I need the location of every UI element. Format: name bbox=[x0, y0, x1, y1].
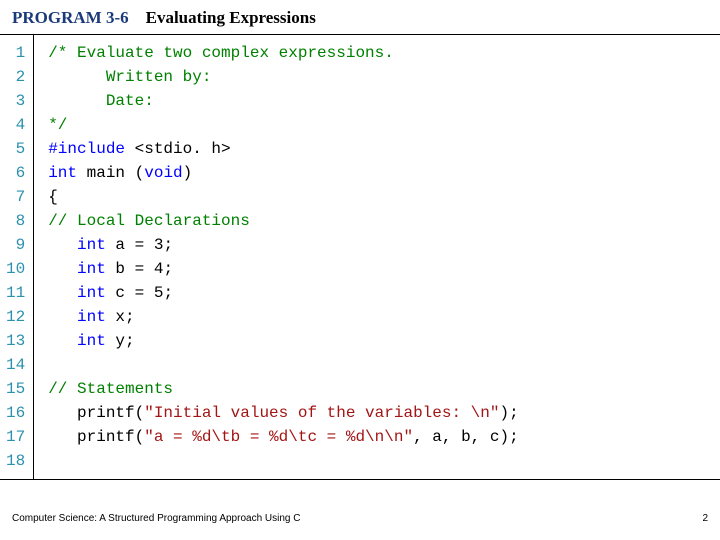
line-number: 4 bbox=[6, 113, 25, 137]
code-line: */ bbox=[48, 113, 518, 137]
code-listing: 123456789101112131415161718 /* Evaluate … bbox=[0, 35, 720, 480]
program-title: Evaluating Expressions bbox=[146, 8, 316, 27]
code-line: { bbox=[48, 185, 518, 209]
code-line bbox=[48, 449, 518, 473]
line-number: 10 bbox=[6, 257, 25, 281]
line-number: 1 bbox=[6, 41, 25, 65]
line-number: 14 bbox=[6, 353, 25, 377]
line-number: 15 bbox=[6, 377, 25, 401]
code-line: int a = 3; bbox=[48, 233, 518, 257]
code-line: Date: bbox=[48, 89, 518, 113]
line-number: 18 bbox=[6, 449, 25, 473]
code-line: #include <stdio. h> bbox=[48, 137, 518, 161]
code-line: printf("Initial values of the variables:… bbox=[48, 401, 518, 425]
line-number-gutter: 123456789101112131415161718 bbox=[0, 35, 34, 479]
code-line: int x; bbox=[48, 305, 518, 329]
code-line: // Local Declarations bbox=[48, 209, 518, 233]
code-line: int main (void) bbox=[48, 161, 518, 185]
line-number: 7 bbox=[6, 185, 25, 209]
line-number: 8 bbox=[6, 209, 25, 233]
code-line: int y; bbox=[48, 329, 518, 353]
line-number: 13 bbox=[6, 329, 25, 353]
line-number: 12 bbox=[6, 305, 25, 329]
code-line bbox=[48, 353, 518, 377]
line-number: 3 bbox=[6, 89, 25, 113]
code-body: /* Evaluate two complex expressions. Wri… bbox=[34, 35, 528, 479]
line-number: 11 bbox=[6, 281, 25, 305]
code-line: int c = 5; bbox=[48, 281, 518, 305]
line-number: 9 bbox=[6, 233, 25, 257]
code-line: // Statements bbox=[48, 377, 518, 401]
footer-text: Computer Science: A Structured Programmi… bbox=[12, 513, 300, 524]
code-line: int b = 4; bbox=[48, 257, 518, 281]
line-number: 5 bbox=[6, 137, 25, 161]
program-label: PROGRAM 3-6 bbox=[12, 8, 129, 27]
slide-footer: Computer Science: A Structured Programmi… bbox=[12, 513, 708, 524]
line-number: 17 bbox=[6, 425, 25, 449]
code-line: /* Evaluate two complex expressions. bbox=[48, 41, 518, 65]
line-number: 2 bbox=[6, 65, 25, 89]
code-line: printf("a = %d\tb = %d\tc = %d\n\n", a, … bbox=[48, 425, 518, 449]
line-number: 16 bbox=[6, 401, 25, 425]
code-line: Written by: bbox=[48, 65, 518, 89]
line-number: 6 bbox=[6, 161, 25, 185]
program-header: PROGRAM 3-6 Evaluating Expressions bbox=[0, 0, 720, 35]
page-number: 2 bbox=[702, 513, 708, 524]
